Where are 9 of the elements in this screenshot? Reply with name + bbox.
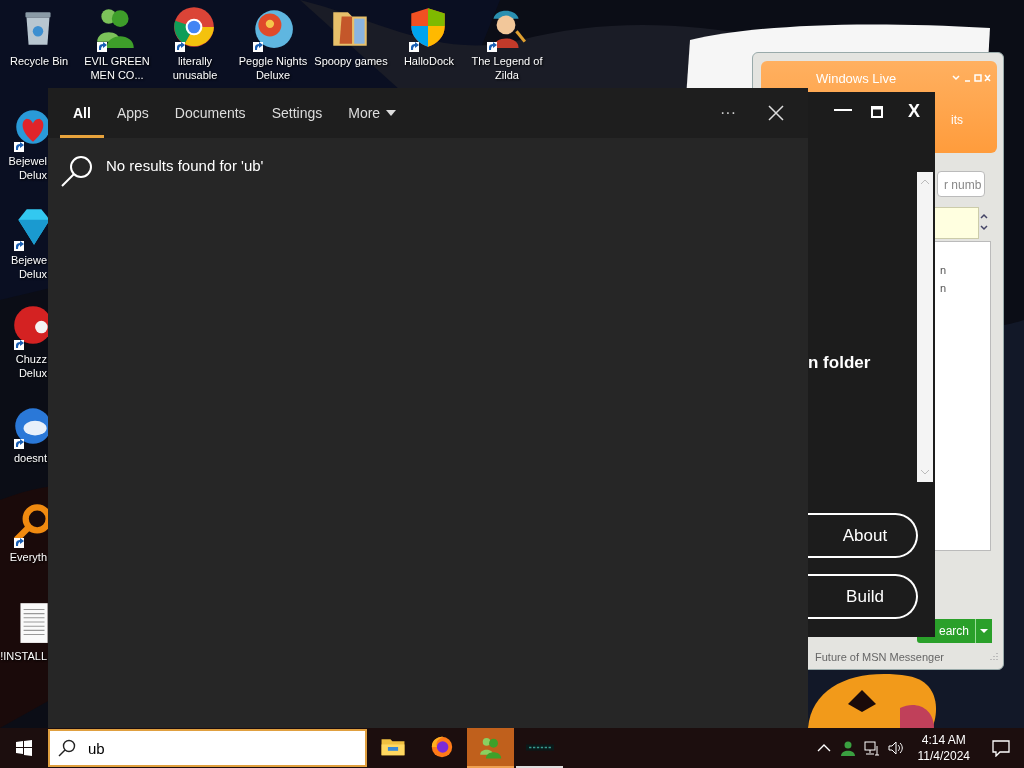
- app-logo-icon: [525, 743, 554, 751]
- volume-icon[interactable]: [887, 740, 904, 756]
- search-icon: [58, 739, 76, 757]
- search-field[interactable]: ub: [48, 729, 367, 767]
- clock-date[interactable]: 11/4/2024: [917, 748, 970, 764]
- person-icon[interactable]: [839, 740, 856, 756]
- windows-logo-icon: [16, 740, 32, 756]
- network-icon[interactable]: [863, 740, 880, 756]
- clock-time[interactable]: 4:14 AM: [921, 732, 966, 748]
